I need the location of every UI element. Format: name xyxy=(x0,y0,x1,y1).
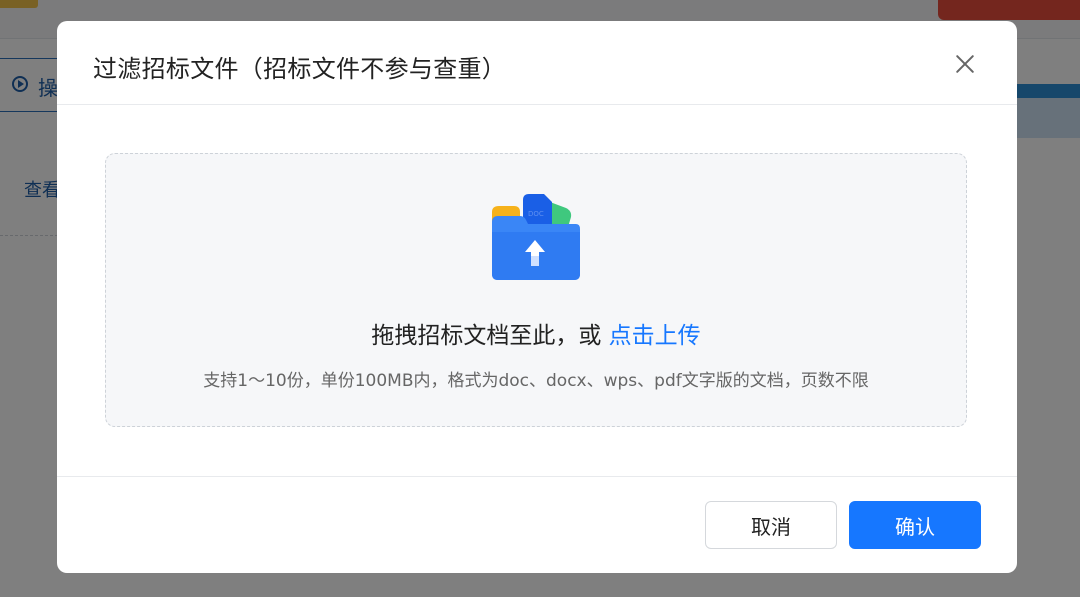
dialog-footer: 取消 确认 xyxy=(57,476,1017,573)
folder-upload-icon: DOC xyxy=(492,194,580,280)
svg-text:DOC: DOC xyxy=(528,210,544,218)
drag-hint: 拖拽招标文档至此，或 点击上传 xyxy=(106,316,966,350)
upload-drop-zone[interactable]: DOC 拖拽招标文档至此，或 点击上传 支持1～10份，单份100MB内，格式为… xyxy=(105,153,967,427)
upload-format-hint: 支持1～10份，单份100MB内，格式为doc、docx、wps、pdf文字版的… xyxy=(203,371,869,391)
dialog-header: 过滤招标文件（招标文件不参与查重） xyxy=(57,21,1017,105)
confirm-button[interactable]: 确认 xyxy=(849,501,981,549)
close-icon[interactable] xyxy=(953,52,977,76)
drag-text: 拖拽招标文档至此，或 xyxy=(371,323,602,349)
dialog-title: 过滤招标文件（招标文件不参与查重） xyxy=(93,55,507,83)
filter-tender-dialog: 过滤招标文件（招标文件不参与查重） DOC 拖拽招标文档至此，或 点击上传 支持… xyxy=(57,21,1017,573)
cancel-button[interactable]: 取消 xyxy=(705,501,837,549)
click-upload-link[interactable]: 点击上传 xyxy=(609,323,701,349)
